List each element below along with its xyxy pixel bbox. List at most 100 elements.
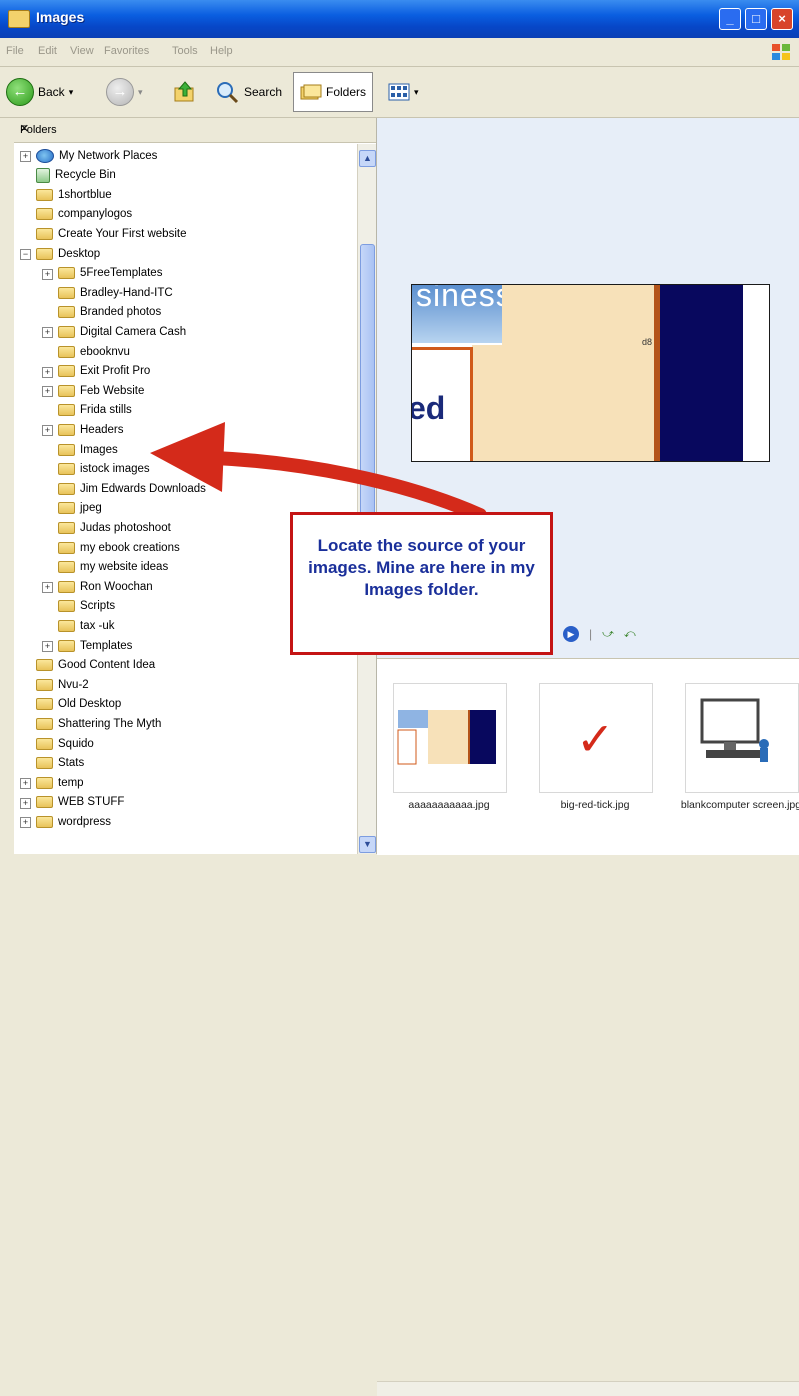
tree-item[interactable]: + Ron Woochan [42,577,153,596]
tree-item[interactable]: + Digital Camera Cash [42,322,186,341]
tree-item[interactable]: 1shortblue [36,185,112,204]
thumbnail-1[interactable] [393,683,507,793]
tree-item[interactable]: + Headers [42,420,123,439]
expand-icon[interactable]: + [42,366,53,378]
tree-item-label: Squido [58,737,94,750]
expand-icon[interactable]: + [20,151,31,162]
expand-icon[interactable]: + [42,425,53,437]
tree-item[interactable]: Shattering The Myth [36,714,161,733]
expand-icon[interactable]: + [20,817,31,829]
tree-item[interactable]: Branded photos [58,303,161,322]
minimize-button[interactable]: _ [719,8,741,30]
tree-item-label: Stats [58,757,85,770]
tree-item[interactable]: + Feb Website [42,381,144,400]
tree-item[interactable]: Squido [36,734,94,753]
tree-item[interactable]: + WEB STUFF [20,793,125,812]
close-pane-button[interactable]: × [20,120,368,137]
thumbnail-3[interactable] [685,683,799,793]
menu-help[interactable]: Help [210,45,233,57]
folders-button[interactable]: Folders [293,72,374,112]
folder-icon [58,521,75,534]
callout-box: Locate the source of your images. Mine a… [290,512,553,655]
slideshow-icon[interactable]: ▶ [563,626,579,642]
tree-item[interactable]: − Desktop [20,244,101,263]
close-button[interactable]: × [771,8,793,30]
tree-item[interactable]: ebooknvu [58,342,130,361]
tree-item-label: 5FreeTemplates [80,267,163,280]
tree-item[interactable]: + My Network Places [20,146,157,165]
tree-item[interactable]: + Exit Profit Pro [42,362,150,381]
menu-edit[interactable]: Edit [38,45,57,57]
tree-item-label: Templates [80,639,133,652]
tree-item[interactable]: companylogos [36,205,132,224]
vertical-scrollbar[interactable]: ▲ ▼ [357,144,376,854]
folder-icon [58,541,75,554]
scrollbar-thumb[interactable] [360,244,375,536]
expand-icon[interactable]: + [42,641,53,652]
control-divider: | [589,627,593,641]
tree-item[interactable]: +5FreeTemplates [42,264,163,283]
tree-item[interactable]: istock images [58,460,150,479]
maximize-button[interactable]: □ [745,8,767,30]
tree-item[interactable]: Judas photoshoot [58,518,171,537]
rotate-clockwise-icon[interactable]: ⤻ [602,628,614,641]
menu-file[interactable]: File [6,45,24,57]
scroll-up-icon[interactable]: ▲ [359,150,376,167]
thumbnail-3-label: blankcomputer screen.jpg [680,799,799,811]
thumbnail-2[interactable]: ✓ [539,683,653,793]
tree-item[interactable]: Old Desktop [36,695,121,714]
window-title: Images [36,9,85,25]
folder-icon [58,404,75,417]
tree-item[interactable]: my ebook creations [58,538,180,557]
tree-item[interactable]: + wordpress [20,812,111,831]
back-button[interactable]: ← Back ▾ [6,76,73,108]
tree-item[interactable]: jpeg [58,499,102,518]
tree-item[interactable]: Good Content Idea [36,656,155,675]
tree-item[interactable]: Jim Edwards Downloads [58,479,206,498]
folder-icon [58,619,75,632]
tree-item[interactable]: Bradley-Hand-ITC [58,283,173,302]
tree-item[interactable]: tax -uk [58,616,115,635]
folder-icon [36,737,53,750]
tree-item[interactable]: Scripts [58,597,115,616]
menu-tools[interactable]: Tools [172,45,198,57]
folder-icon [36,776,53,789]
tree-item[interactable]: + Templates [42,636,133,655]
tree-item-label: WEB STUFF [58,796,125,809]
collapse-icon[interactable]: − [20,249,31,260]
tree-item-label: Shattering The Myth [58,717,162,730]
tree-item-label: Create Your First website [58,227,187,240]
expand-icon[interactable]: + [42,582,53,594]
search-button[interactable]: Search [214,76,282,108]
tree-item-label: Desktop [58,247,101,260]
toolbar: ← Back ▾ → ▾ Search Folders ▾ [0,67,799,118]
folder-icon [58,463,75,476]
tree-item[interactable]: + temp [20,773,84,792]
forward-button[interactable]: → ▾ [106,76,143,108]
menu-view[interactable]: View [70,45,94,57]
preview-tag: d8 [642,337,653,347]
expand-icon[interactable]: + [42,327,53,339]
tree-item-label: Frida stills [80,404,132,417]
tree-item[interactable]: Frida stills [58,401,132,420]
tree-item-label: companylogos [58,208,133,221]
tree-item-label: my ebook creations [80,541,180,554]
folder-icon [58,600,75,613]
scroll-down-icon[interactable]: ▼ [359,836,376,853]
tree-item-label: Ron Woochan [80,580,153,593]
tree-item[interactable]: Images [58,440,118,459]
tree-item[interactable]: Create Your First website [36,224,186,243]
up-folder-button[interactable] [172,76,198,108]
rotate-counterclockwise-icon[interactable]: ⤺ [624,628,636,641]
expand-icon[interactable]: + [20,797,31,809]
expand-icon[interactable]: + [20,778,31,790]
tree-item[interactable]: Stats [36,754,84,773]
tree-item[interactable]: Recycle Bin [36,166,116,185]
views-button[interactable]: ▾ [388,76,419,108]
tree-item[interactable]: my website ideas [58,558,168,577]
menu-favorites[interactable]: Favorites [104,45,149,57]
horizontal-scrollbar[interactable] [377,1381,799,1396]
tree-item[interactable]: Nvu-2 [36,675,89,694]
expand-icon[interactable]: + [42,386,53,398]
expand-icon[interactable]: + [42,268,53,280]
